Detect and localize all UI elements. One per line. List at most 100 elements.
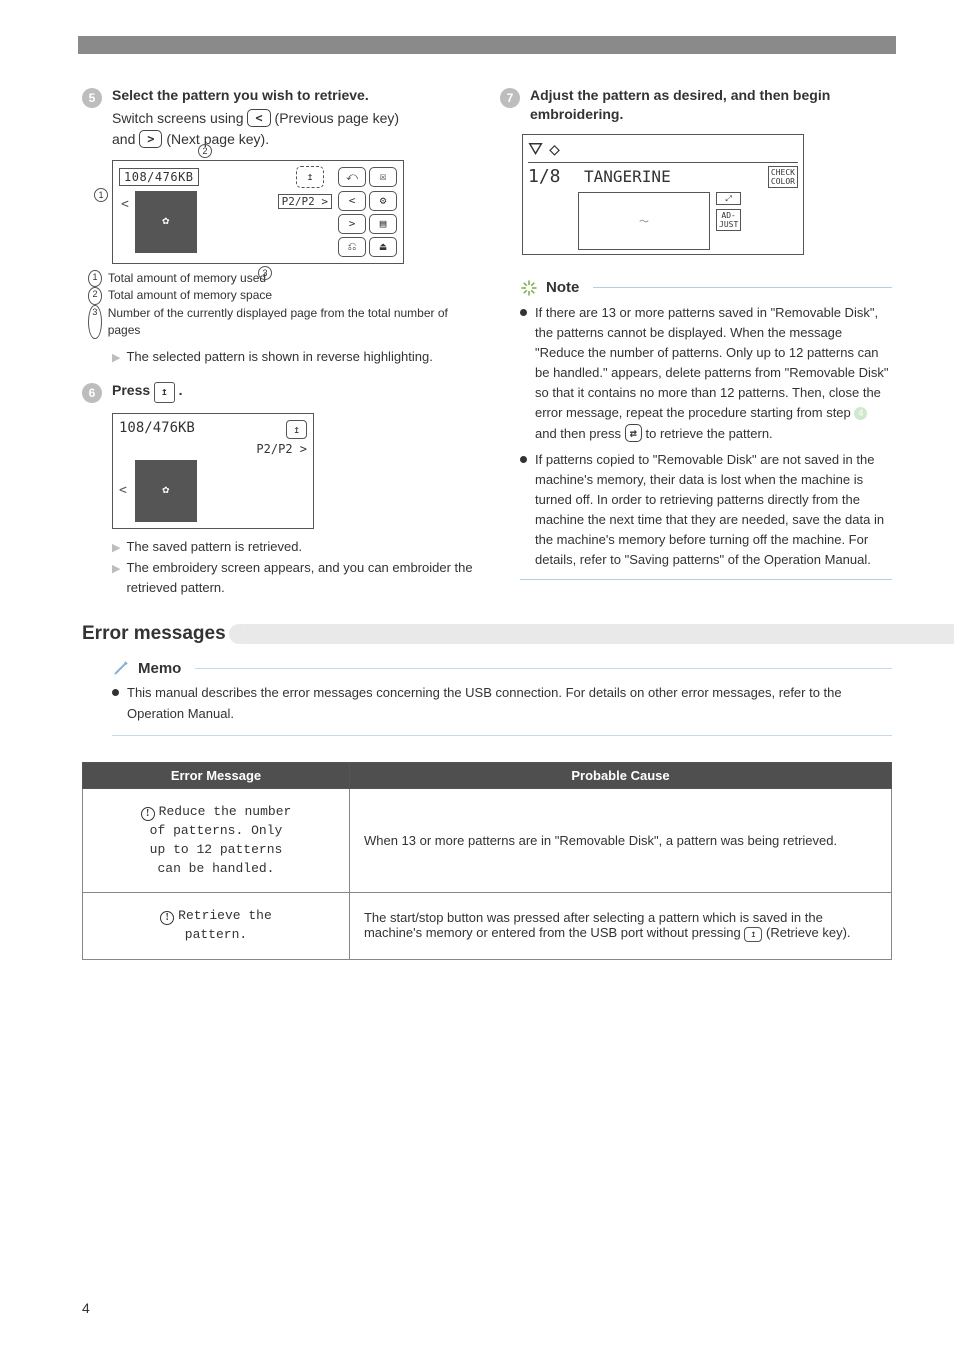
step-7: 7 Adjust the pattern as desired, and the… [500,86,892,124]
step6-note-1: The saved pattern is retrieved. [126,537,302,557]
step-number-6: 6 [82,383,102,403]
callout-1: 1 [94,188,108,202]
bullet-icon [112,689,119,696]
fig6-memory: 108/476KB [119,420,195,436]
size-button: ⤢ [716,192,741,205]
note1-c: to retrieve the pattern. [645,426,772,441]
page-number: 4 [82,1300,90,1316]
color-name: TANGERINE [584,167,760,186]
step5-subnote: The selected pattern is shown in reverse… [126,347,432,367]
legend-num-1: 1 [88,270,102,287]
err-cause-2b: (Retrieve key). [766,925,851,940]
step5-title: Select the pattern you wish to retrieve. [112,86,474,105]
fig6-left-chevron: < [119,483,127,498]
section-bar [236,624,954,644]
err-msg-2: Retrieve the pattern. [178,908,272,942]
previous-page-key-icon: < [247,109,270,127]
note-item-1: If there are 13 or more patterns saved i… [520,303,892,444]
warning-icon: ! [160,911,174,925]
bullet-icon [520,309,527,316]
hoop-icon: ◇ [549,139,560,160]
err-cause-1: When 13 or more patterns are in "Removab… [349,789,891,893]
step6-title-prefix: Press [112,382,154,398]
step-5: 5 Select the pattern you wish to retriev… [82,86,474,150]
legend-2: Total amount of memory space [108,287,272,304]
legend-num-2: 2 [88,287,102,304]
step-6: 6 Press ↥ . [82,381,474,403]
step6-title-suffix: . [179,382,183,398]
step5-line2b: (Next page key). [166,131,269,147]
fig5-btn-list: ▤ [369,214,397,234]
section-header: Error messages [82,623,892,645]
fig5-left-chevron: < [121,197,129,212]
table-row: !Retrieve the pattern. The start/stop bu… [83,893,892,960]
legend-1: Total amount of memory used [108,270,266,287]
step5-legend: 1 Total amount of memory used 2 Total amou… [88,270,474,340]
fig5-btn-settings: ⚙ [369,191,397,211]
pattern-preview: ✿ [135,191,197,253]
retrieve-key-icon: ↥ [744,927,762,942]
note-item-2: If patterns copied to "Removable Disk" a… [520,450,892,571]
section-title: Error messages [82,623,226,645]
page-indicator: P2/P2 > [278,194,332,209]
retrieve-icon: ↥ [296,166,324,188]
memo-icon [112,659,130,677]
retrieve-inline-icon: ⇄ [625,424,642,442]
note1-a: If there are 13 or more patterns saved i… [535,305,888,421]
step-number-7: 7 [500,88,520,108]
callout-2: 2 [198,144,212,158]
fig5-btn-eject: ⏏ [369,237,397,257]
adjust-button: AD- JUST [716,209,741,231]
fig6-page-indicator: P2/P2 > [256,442,307,456]
step-ref-4-icon: 4 [854,407,867,420]
error-table: Error Message Probable Cause !Reduce the… [82,762,892,960]
note-block: Note If there are 13 or more patterns sa… [520,279,892,580]
note2-a: If patterns copied to "Removable Disk" a… [535,450,892,571]
fig5-btn-next: > [338,214,366,234]
stitch-preview: ～ [578,192,710,250]
step5-line1b: (Previous page key) [275,110,400,126]
error-header-message: Error Message [83,763,350,789]
memo-block: Memo This manual describes the error mes… [112,659,892,736]
step7-figure: ⛛ ◇ 1/8 TANGERINE CHECK COLOR ～ ⤢ [522,134,892,255]
step5-text: Switch screens using < (Previous page ke… [112,108,474,150]
header-bar [78,36,896,54]
error-header-cause: Probable Cause [349,763,891,789]
presser-foot-icon: ⛛ [528,139,543,160]
note1-b: and then press [535,426,625,441]
step5-line2a: and [112,131,139,147]
note-icon [520,279,538,297]
memo-rule [195,668,892,669]
warning-icon: ! [141,807,155,821]
memory-indicator: 108/476KB [119,168,199,186]
step7-title: Adjust the pattern as desired, and then … [530,86,892,124]
callout-3: 3 [258,266,272,280]
fig5-btn-delete: ☒ [369,167,397,187]
memo-heading: Memo [138,660,181,677]
bullet-icon [520,456,527,463]
fig5-btn-prev: < [338,191,366,211]
check-color-button: CHECK COLOR [768,166,798,188]
step5-figure: 1 2 108/476KB ↥ ⤺ ☒ [112,160,474,264]
step6-figure: 108/476KB ↥ P2/P2 > < ✿ [112,413,474,529]
legend-num-3: 3 [88,305,102,340]
fig5-btn-return: ⎌ [338,237,366,257]
step5-line1a: Switch screens using [112,110,247,126]
memo-text: This manual describes the error messages… [127,683,892,725]
step6-note-2: The embroidery screen appears, and you c… [126,558,474,597]
memo-end-rule [112,735,892,736]
note-end-rule [520,579,892,580]
triangle-bullet-icon: ▶ [112,540,120,557]
step-number-5: 5 [82,88,102,108]
fig5-btn-undo: ⤺ [338,167,366,187]
err-msg-1: Reduce the number of patterns. Only up t… [150,804,292,876]
fig6-pattern-preview: ✿ [135,460,197,522]
color-fraction: 1/8 [528,166,576,187]
note-heading: Note [546,279,579,296]
legend-3: Number of the currently displayed page f… [108,305,474,340]
triangle-bullet-icon: ▶ [112,561,120,597]
triangle-bullet-icon: ▶ [112,350,120,367]
fig6-retrieve-btn: ↥ [286,420,307,439]
step6-title: Press ↥ . [112,381,474,403]
table-row: !Reduce the number of patterns. Only up … [83,789,892,893]
